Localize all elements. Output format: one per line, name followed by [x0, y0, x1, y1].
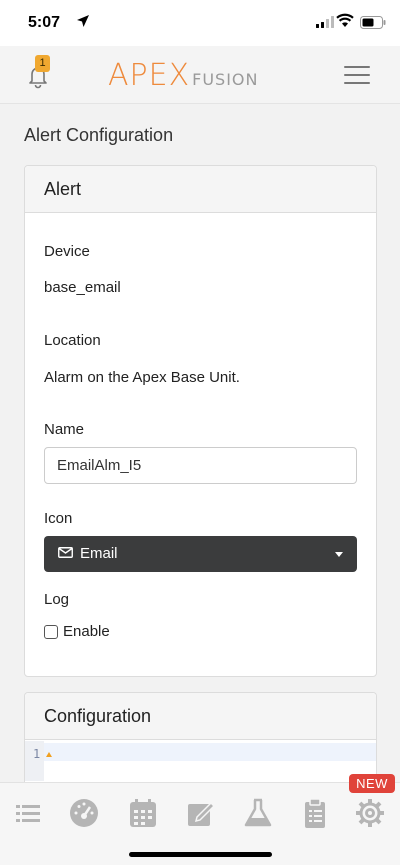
alert-card: Alert Device base_email Location Alarm o…	[24, 165, 377, 677]
logo-apex-text: APEX	[108, 58, 191, 93]
log-label: Log	[44, 591, 70, 608]
logo-fusion-text: FUSION	[192, 70, 259, 89]
status-bar: 5:07	[0, 0, 400, 46]
settings-gear-icon[interactable]	[353, 796, 387, 830]
icon-label: Icon	[44, 510, 73, 527]
list-icon[interactable]	[11, 796, 45, 830]
flask-icon[interactable]	[241, 796, 275, 830]
line-number: 1	[33, 747, 41, 761]
location-arrow-icon	[77, 15, 89, 27]
log-enable-checkbox[interactable]: Enable	[44, 623, 110, 640]
status-time: 5:07	[28, 14, 61, 31]
battery-icon	[360, 16, 386, 29]
editor-gutter: 1	[25, 741, 44, 781]
apex-fusion-logo: APEX FUSION	[108, 56, 258, 96]
icon-select-dropdown[interactable]: Email	[44, 536, 357, 572]
editor-active-line	[44, 743, 376, 761]
app-header: 1 APEX FUSION	[0, 46, 400, 104]
calendar-icon[interactable]	[126, 796, 160, 830]
envelope-icon	[58, 547, 73, 558]
edit-note-icon[interactable]	[183, 796, 217, 830]
code-editor[interactable]: 1	[25, 741, 376, 781]
home-indicator[interactable]	[129, 852, 272, 857]
configuration-card-header: Configuration	[25, 693, 376, 740]
page-title: Alert Configuration	[24, 125, 174, 145]
warning-marker-icon	[46, 752, 52, 757]
notification-badge: 1	[35, 55, 50, 72]
device-label: Device	[44, 243, 90, 260]
dashboard-gauge-icon[interactable]	[67, 796, 101, 830]
wifi-icon	[336, 13, 354, 27]
clipboard-icon[interactable]	[298, 796, 332, 830]
hamburger-menu-icon[interactable]	[344, 64, 372, 86]
new-badge: NEW	[349, 774, 395, 793]
icon-select-value: Email	[80, 545, 118, 562]
log-enable-label: Enable	[63, 623, 110, 640]
alert-card-header: Alert	[25, 166, 376, 213]
cellular-signal-icon	[316, 16, 334, 28]
location-label: Location	[44, 332, 101, 349]
checkbox-box[interactable]	[44, 624, 58, 639]
location-value: Alarm on the Apex Base Unit.	[44, 369, 240, 386]
name-label: Name	[44, 421, 85, 438]
device-value: base_email	[44, 279, 121, 296]
name-input[interactable]: EmailAlm_I5	[44, 447, 357, 484]
caret-down-icon	[335, 552, 343, 557]
